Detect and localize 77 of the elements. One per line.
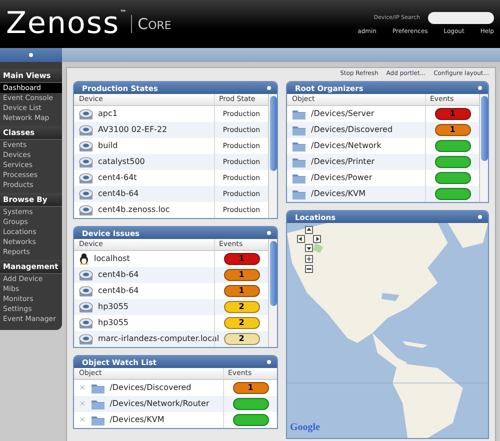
device-name[interactable]: build [98,141,118,151]
plus-icon [306,256,312,262]
organizer-name[interactable]: /Devices/Server [311,109,374,119]
pan-down-button[interactable] [305,244,313,252]
scrollbar[interactable] [268,239,277,348]
logo: Zenoss [6,9,120,39]
event-count-badge: 2 [224,317,260,330]
device-name[interactable]: cent4b-64 [98,286,139,296]
device-name[interactable]: marc-irlandezs-computer.local [98,334,220,344]
folder-icon [292,108,306,120]
dot-icon[interactable] [478,215,482,220]
search-field[interactable] [428,12,494,24]
pan-up-button[interactable] [305,226,313,234]
event-count-badge: 2 [224,333,260,346]
server-icon [79,188,93,200]
device-name[interactable]: hp3055 [98,318,129,328]
event-count-badge: 1 [224,285,260,298]
organizer-name[interactable]: /Devices/Power [311,173,372,183]
dot-icon[interactable] [267,360,271,364]
device-name[interactable]: cent4b-64 [98,270,139,280]
server-icon [79,286,93,297]
server-icon [79,172,93,184]
left-arrow-icon [298,236,304,242]
pan-right-button[interactable] [313,235,321,244]
organizer-name[interactable]: /Devices/Network [311,141,382,151]
folder-icon [292,188,306,200]
product-name: Core [130,15,172,33]
server-icon [79,302,93,313]
up-arrow-icon [306,227,312,234]
organizer-name[interactable]: /Devices/KVM [311,189,366,199]
folder-icon [292,140,306,152]
server-icon [79,124,93,136]
event-count-badge: 1 [224,269,260,282]
folder-icon [292,124,306,136]
device-name[interactable]: hp3055 [98,302,129,312]
device-name[interactable]: AV3100 02-EF-22 [98,125,168,135]
folder-icon [90,414,105,426]
organizer-name[interactable]: /Devices/Discovered [110,383,192,393]
server-icon [79,270,93,281]
down-arrow-icon [306,245,312,252]
server-icon [79,204,93,216]
scrollbar[interactable] [479,94,488,202]
event-count-badge: 1 [434,108,470,120]
device-name[interactable]: apc1 [98,109,118,119]
dot-icon[interactable] [29,53,33,57]
map-attribution: Google [290,422,320,434]
scrollbar[interactable] [268,94,277,218]
minus-icon [306,266,312,272]
event-count-badge: 1 [224,253,260,266]
zoom-in-button[interactable] [305,255,313,264]
penguin-icon [79,253,89,266]
server-icon [79,318,93,329]
folder-icon [292,156,306,168]
device-name[interactable]: cent4-64t [98,173,137,183]
right-arrow-icon [314,236,320,242]
server-icon [79,156,93,168]
device-name[interactable]: cent4b-64 [98,189,139,199]
zoom-out-button[interactable] [305,265,313,274]
dot-icon[interactable] [267,231,271,236]
folder-icon [292,172,306,184]
server-icon [79,108,93,120]
organizer-name[interactable]: /Devices/Network/Router [110,399,210,409]
folder-icon [90,382,105,394]
server-icon [79,334,93,345]
organizer-name[interactable]: /Devices/Discovered [311,125,393,135]
dot-icon[interactable] [478,86,482,90]
pan-left-button[interactable] [297,235,305,244]
event-count-badge: 1 [232,382,268,394]
dot-icon[interactable] [267,86,271,90]
device-name[interactable]: localhost [94,254,130,264]
device-name[interactable]: cent4b.zenoss.loc [98,205,170,215]
event-count-badge: 1 [434,124,470,136]
device-name[interactable]: catalyst500 [98,157,145,167]
event-count-badge: 2 [224,301,260,314]
folder-icon [90,398,105,410]
organizer-name[interactable]: /Devices/KVM [110,415,164,425]
server-icon [79,140,93,152]
